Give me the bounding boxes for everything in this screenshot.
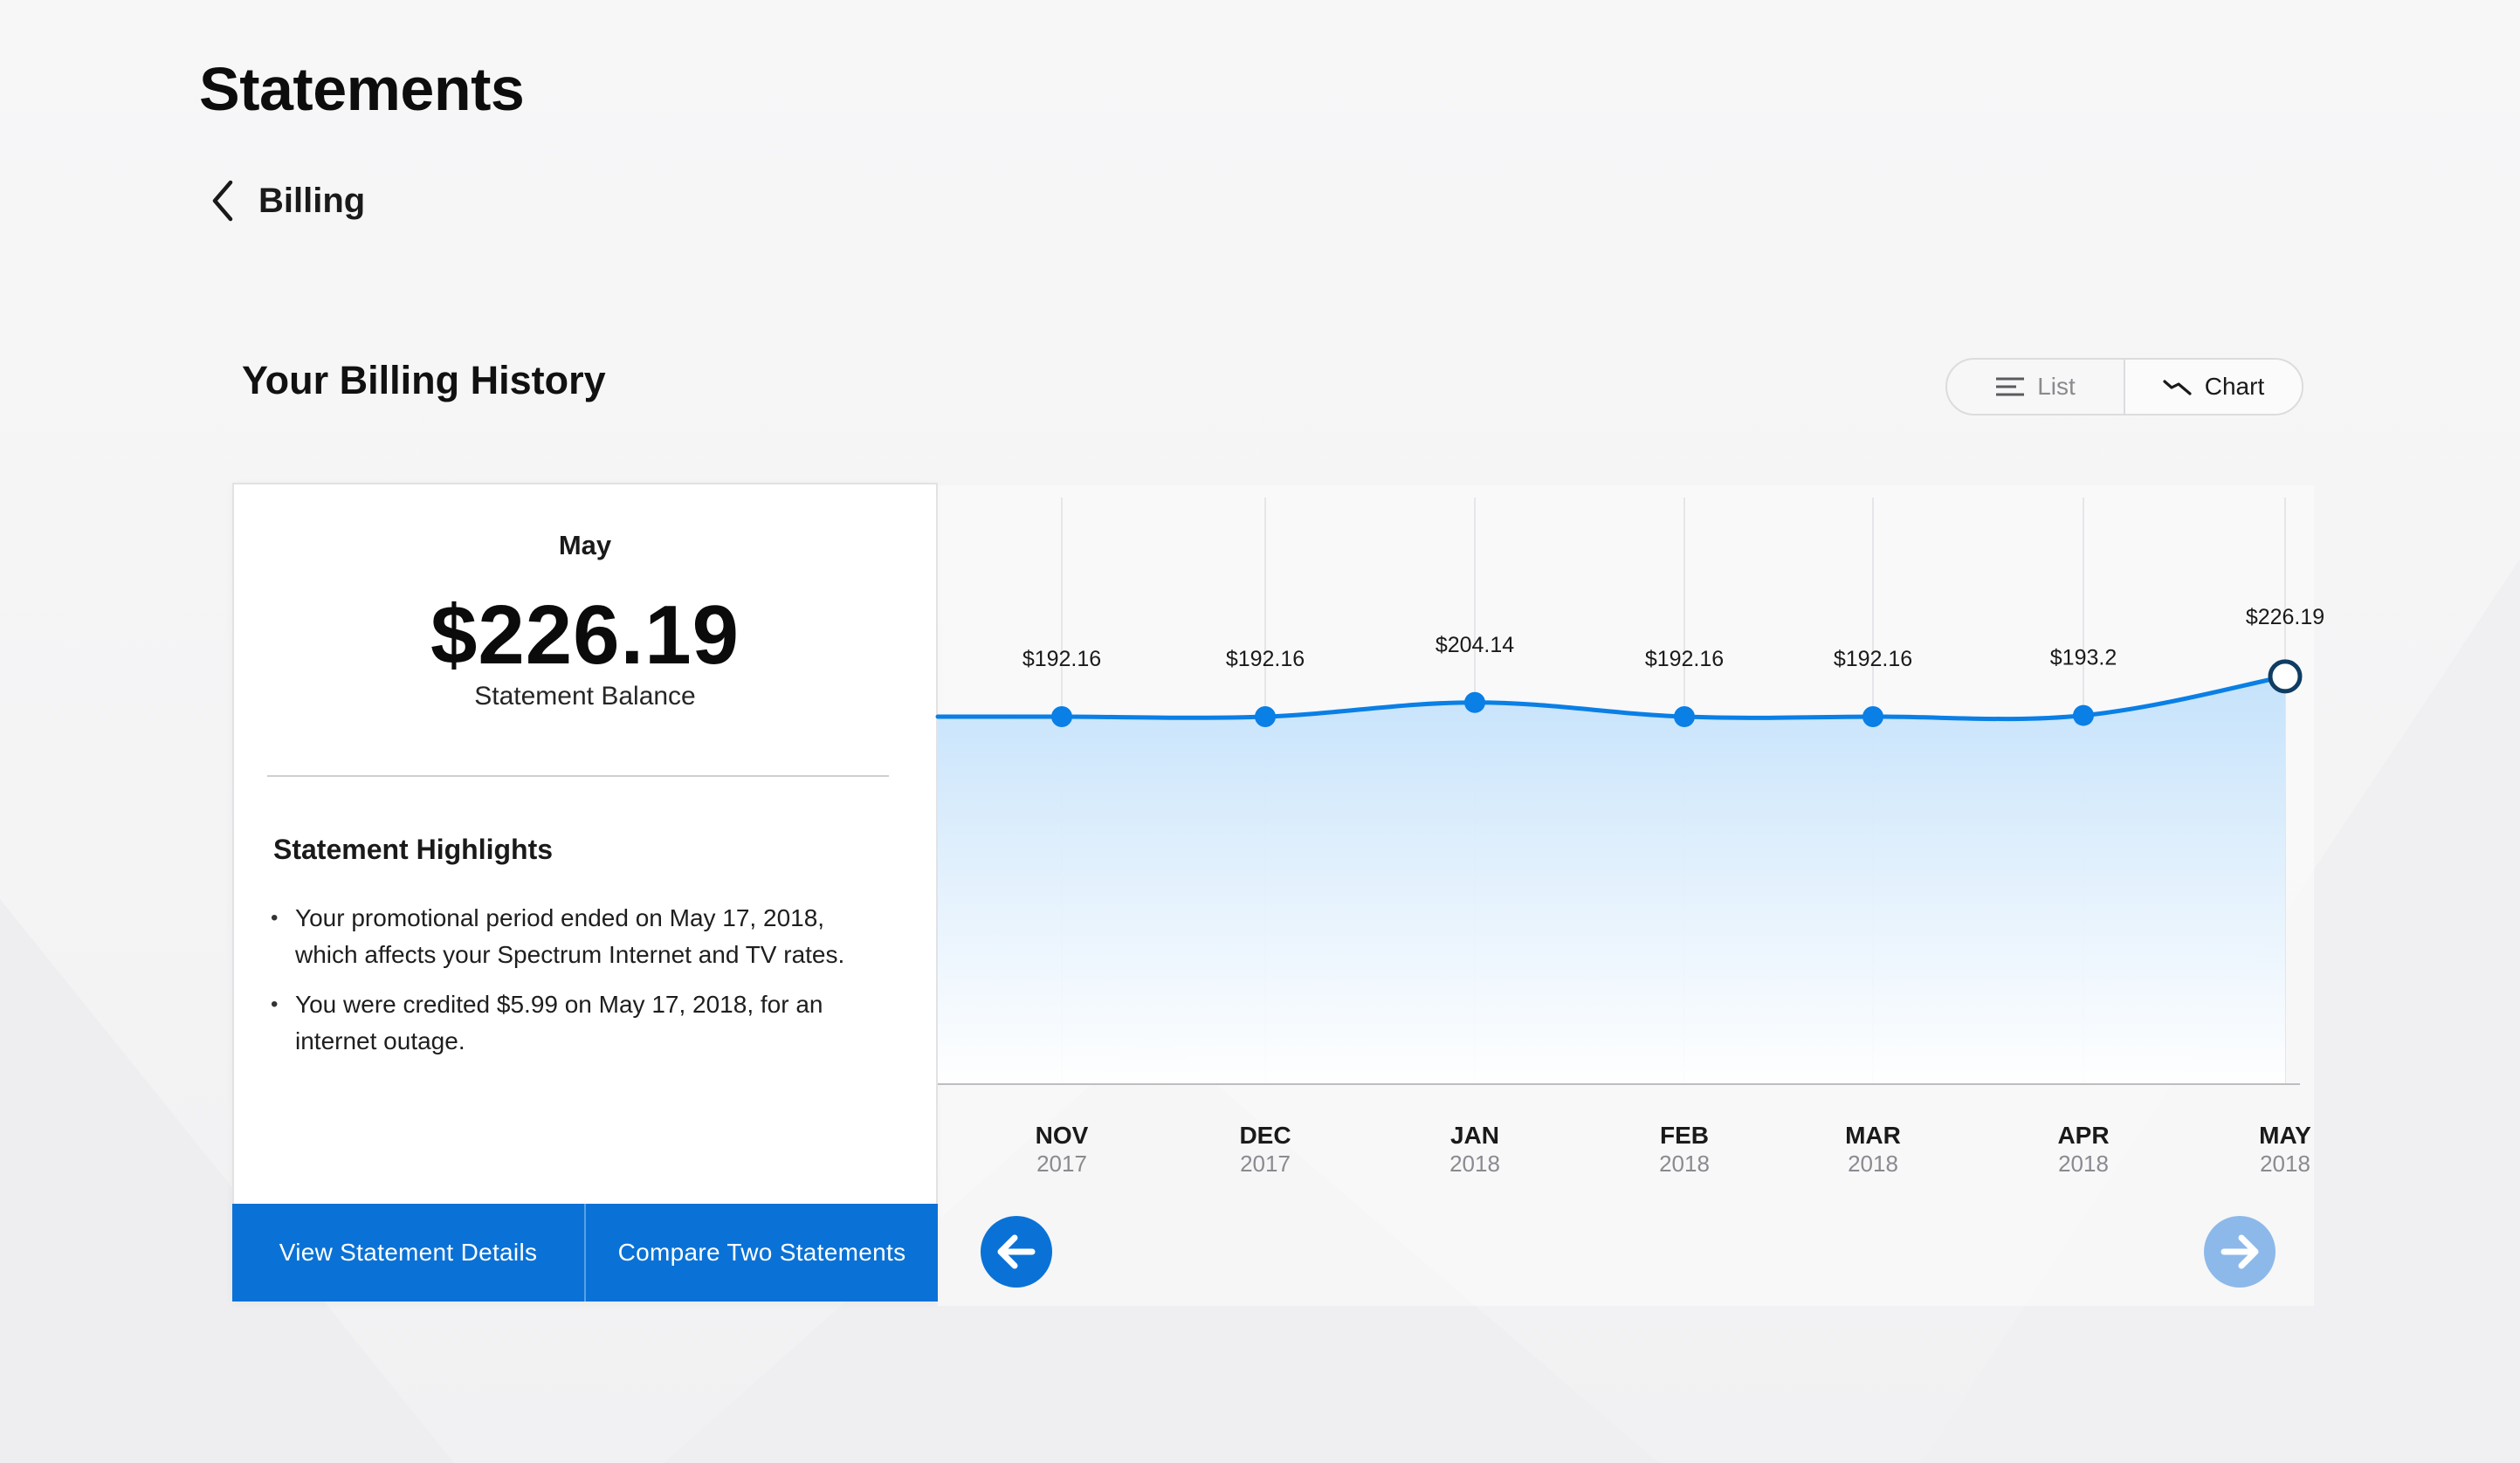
- statement-highlights-title: Statement Highlights: [273, 834, 554, 865]
- arrow-left-icon: [997, 1234, 1036, 1269]
- back-link-label: Billing: [258, 181, 366, 220]
- statement-amount: $226.19: [430, 588, 740, 682]
- chart-point: [1051, 706, 1072, 727]
- chart-data-label: $193.2: [2050, 646, 2117, 670]
- chart-point: [1464, 691, 1485, 713]
- arrow-right-icon: [2220, 1234, 2259, 1269]
- view-statement-details-button[interactable]: View Statement Details: [232, 1204, 584, 1302]
- billing-history-heading: Your Billing History: [242, 358, 606, 402]
- line-chart-icon: [2163, 380, 2192, 395]
- next-months-button[interactable]: [2204, 1216, 2276, 1288]
- statement-highlights-list: Your promotional period ended on May 17,…: [269, 900, 880, 1073]
- billing-chart-svg: $192.16NOV2017$192.16DEC2017$204.14JAN20…: [935, 498, 2324, 1177]
- back-to-billing-link[interactable]: Billing: [210, 173, 365, 229]
- chart-data-label: $192.16: [1022, 647, 1101, 671]
- chart-x-tick-year: 2018: [1848, 1150, 1898, 1177]
- view-toggle: List Chart: [1945, 358, 2303, 416]
- chart-x-tick-month: JAN: [1450, 1122, 1499, 1149]
- chart-x-tick-month: APR: [2057, 1122, 2109, 1149]
- chevron-left-icon: [212, 180, 233, 222]
- chart-x-tick-year: 2018: [2260, 1150, 2310, 1177]
- chart-point-selected: [2268, 659, 2303, 694]
- chart-data-label: $226.19: [2246, 605, 2324, 629]
- list-icon: [1996, 377, 2025, 396]
- list-view-label: List: [2037, 373, 2076, 400]
- statement-summary-card: May $226.19 Statement Balance Statement …: [232, 483, 938, 1302]
- chart-x-tick-year: 2018: [2058, 1150, 2109, 1177]
- compare-two-statements-button[interactable]: Compare Two Statements: [584, 1204, 938, 1302]
- card-actions: View Statement Details Compare Two State…: [232, 1204, 938, 1302]
- chart-x-tick-month: NOV: [1036, 1122, 1089, 1149]
- highlight-item: Your promotional period ended on May 17,…: [269, 900, 880, 973]
- chart-x-tick-month: MAR: [1845, 1122, 1901, 1149]
- chart-x-tick-month: FEB: [1660, 1122, 1709, 1149]
- statement-month: May: [558, 530, 612, 560]
- previous-months-button[interactable]: [981, 1216, 1052, 1288]
- chart-x-tick-year: 2017: [1036, 1150, 1087, 1177]
- chart-x-tick-month: DEC: [1239, 1122, 1291, 1149]
- chart-point: [2073, 704, 2094, 726]
- chart-data-label: $192.16: [1226, 647, 1305, 671]
- chart-data-label: $192.16: [1834, 647, 1912, 671]
- chart-data-label: $204.14: [1436, 633, 1514, 657]
- highlight-item: You were credited $5.99 on May 17, 2018,…: [269, 986, 880, 1060]
- chart-point: [1255, 706, 1276, 727]
- statement-balance-label: Statement Balance: [474, 682, 696, 711]
- chart-point: [1674, 706, 1695, 727]
- chart-x-tick-month: MAY: [2259, 1122, 2311, 1149]
- chart-x-tick-year: 2018: [1659, 1150, 1710, 1177]
- list-view-button[interactable]: List: [1947, 360, 2125, 414]
- chart-x-tick-year: 2017: [1240, 1150, 1291, 1177]
- page-title: Statements: [199, 55, 525, 123]
- chart-x-tick-year: 2018: [1449, 1150, 1500, 1177]
- chart-view-button[interactable]: Chart: [2125, 360, 2302, 414]
- chart-point: [1862, 706, 1883, 727]
- chart-view-label: Chart: [2204, 373, 2265, 400]
- card-divider: [267, 775, 889, 777]
- billing-history-chart: $192.16 NOV 2017 $192.16 DEC 2017 $204.14 JAN 20…: [935, 485, 2324, 1306]
- chart-data-label: $192.16: [1645, 647, 1724, 671]
- chart-area-fill: [938, 676, 2285, 1084]
